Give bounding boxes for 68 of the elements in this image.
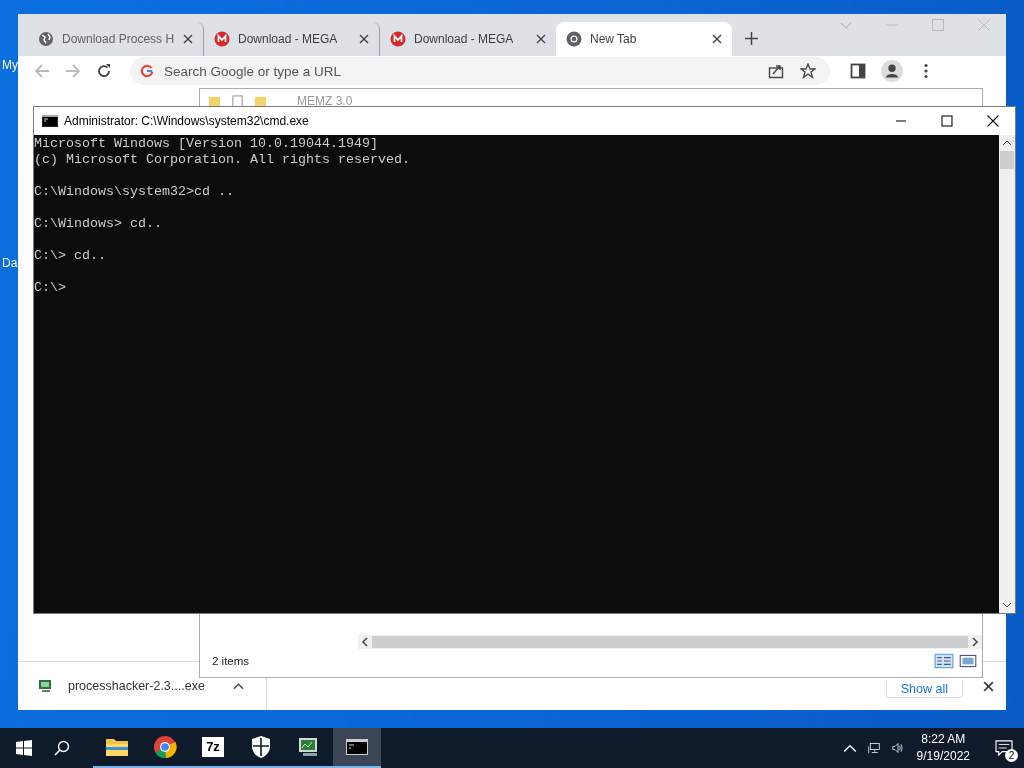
scroll-left-icon[interactable] bbox=[361, 637, 369, 647]
google-icon bbox=[140, 64, 154, 78]
close-icon[interactable] bbox=[712, 34, 722, 44]
chevron-up-icon[interactable] bbox=[232, 682, 244, 690]
browser-tab[interactable]: Download - MEGA bbox=[204, 22, 380, 56]
reload-icon[interactable] bbox=[96, 63, 112, 79]
volume-icon[interactable] bbox=[890, 742, 905, 754]
close-icon[interactable] bbox=[536, 34, 546, 44]
maximize-icon[interactable] bbox=[941, 115, 953, 127]
scroll-thumb[interactable] bbox=[1000, 151, 1014, 169]
window-title: MEMZ 3.0 bbox=[297, 94, 353, 108]
mega-icon bbox=[214, 31, 230, 47]
details-view-icon[interactable] bbox=[934, 653, 954, 669]
share-icon[interactable] bbox=[768, 63, 784, 79]
browser-tab[interactable]: Download - MEGA bbox=[380, 22, 556, 56]
desktop-icon-label[interactable]: My bbox=[2, 58, 18, 72]
properties-icon[interactable] bbox=[231, 94, 244, 108]
show-all-button[interactable]: Show all bbox=[885, 680, 963, 698]
file-name: processhacker-2.3....exe bbox=[68, 679, 205, 693]
console-line: C:\> cd.. bbox=[34, 248, 107, 264]
search-icon[interactable] bbox=[54, 740, 70, 756]
console-line: (c) Microsoft Corporation. All rights reserved. bbox=[34, 152, 411, 168]
console-line: C:\Windows> cd.. bbox=[34, 216, 163, 232]
thumbnail-view-icon[interactable] bbox=[958, 653, 978, 669]
side-panel-icon[interactable] bbox=[850, 63, 866, 79]
status-text: 2 items bbox=[212, 655, 251, 667]
windows-start-icon[interactable] bbox=[16, 740, 32, 756]
close-icon[interactable] bbox=[183, 34, 193, 44]
console-line: Microsoft Windows [Version 10.0.19044.1949] bbox=[34, 136, 379, 152]
clock[interactable]: 8:22 AM 9/19/2022 bbox=[916, 731, 970, 765]
console-icon bbox=[42, 115, 58, 127]
mega-icon bbox=[390, 31, 406, 47]
desktop-icon-label[interactable]: Da bbox=[2, 256, 18, 270]
time-text: 8:22 AM bbox=[921, 731, 966, 748]
vertical-scrollbar[interactable] bbox=[999, 135, 1015, 613]
browser-tab[interactable]: Download Process H bbox=[28, 22, 204, 56]
close-icon[interactable] bbox=[359, 34, 369, 44]
download-item[interactable]: processhacker-2.3....exe bbox=[38, 678, 244, 694]
folder-icon[interactable] bbox=[254, 94, 267, 108]
search-field[interactable]: Search Google or type a URL bbox=[162, 62, 752, 80]
chrome-icon bbox=[153, 735, 177, 759]
star-icon[interactable] bbox=[800, 63, 816, 79]
shield-icon bbox=[249, 735, 273, 759]
network-icon[interactable] bbox=[866, 742, 881, 754]
console-line: C:\> bbox=[34, 280, 67, 296]
window-title: Administrator: C:\Windows\system32\cmd.exe bbox=[64, 114, 310, 128]
date-text: 9/19/2022 bbox=[916, 748, 970, 765]
console-line: C:\Windows\system32>cd .. bbox=[34, 184, 235, 200]
profile-icon[interactable] bbox=[881, 60, 903, 82]
taskbar-app-button[interactable] bbox=[333, 728, 381, 768]
close-icon[interactable] bbox=[983, 680, 994, 692]
globe-icon bbox=[38, 31, 54, 47]
chevron-up-icon[interactable] bbox=[842, 742, 857, 754]
notification-count: 2 bbox=[1005, 749, 1018, 762]
horizontal-scrollbar[interactable] bbox=[358, 635, 982, 649]
address-bar[interactable]: Search Google or type a URL bbox=[130, 57, 830, 85]
new-tab-icon[interactable] bbox=[745, 32, 758, 45]
monitor-icon bbox=[38, 678, 54, 694]
folder-icon bbox=[208, 94, 221, 108]
taskbar-app-button[interactable]: 7z bbox=[189, 728, 237, 768]
sevenzip-icon: 7z bbox=[202, 737, 224, 757]
chrome-icon bbox=[566, 31, 582, 47]
scroll-right-icon[interactable] bbox=[971, 637, 979, 647]
scroll-down-icon[interactable] bbox=[1002, 602, 1012, 608]
close-icon[interactable] bbox=[987, 115, 999, 127]
scroll-up-icon[interactable] bbox=[1002, 140, 1012, 146]
scroll-thumb[interactable] bbox=[372, 636, 968, 648]
browser-tab[interactable]: New Tab bbox=[556, 22, 732, 56]
